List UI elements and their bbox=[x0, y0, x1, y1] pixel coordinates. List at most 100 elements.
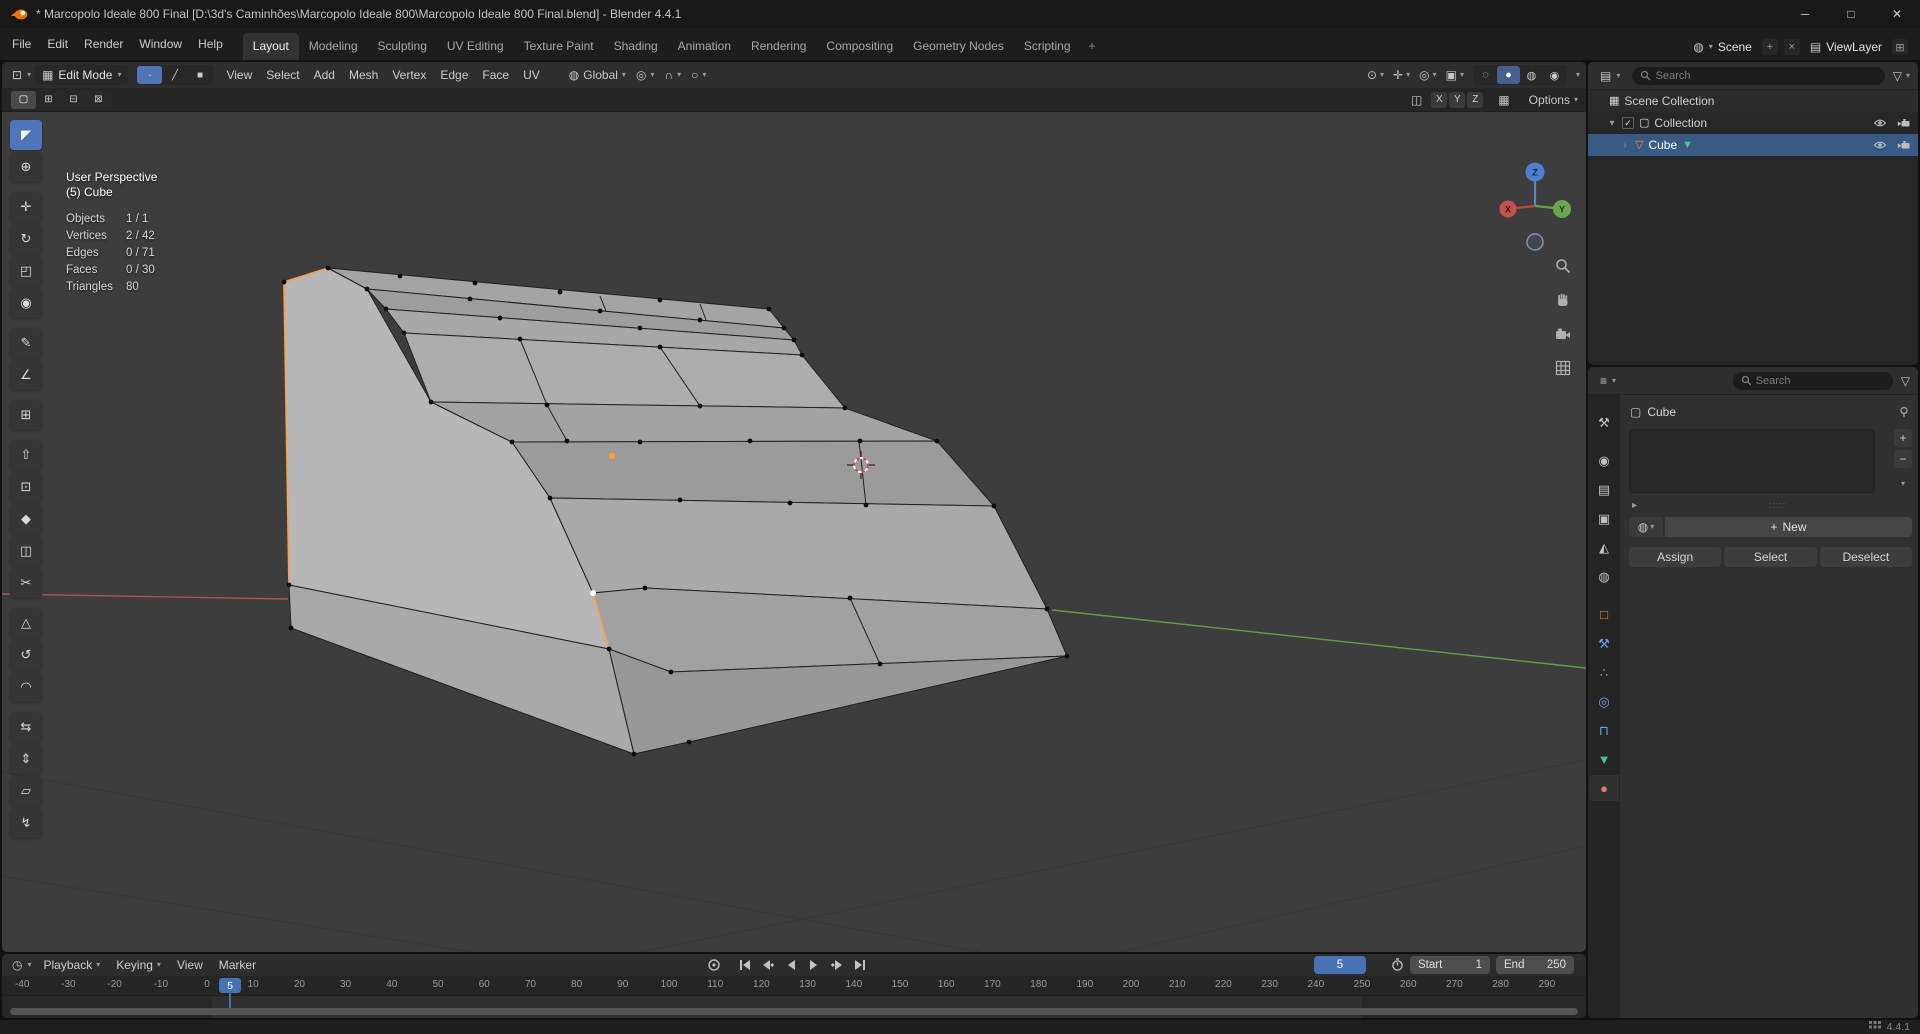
checkbox-icon[interactable]: ✓ bbox=[1622, 117, 1634, 129]
snap-target-icon[interactable]: ▦ bbox=[1498, 94, 1509, 106]
orthographic-grid-icon[interactable] bbox=[1554, 359, 1572, 380]
jump-to-end-button[interactable] bbox=[850, 956, 869, 974]
start-frame-field[interactable]: Start 1 bbox=[1410, 956, 1490, 974]
expander-icon[interactable]: › bbox=[1620, 140, 1630, 151]
timeline-tracks[interactable] bbox=[2, 996, 1586, 1018]
add-cube-tool[interactable]: ⊞ bbox=[10, 400, 42, 430]
physics-properties-tab[interactable]: ◎ bbox=[1589, 688, 1619, 714]
output-properties-tab[interactable]: ▤ bbox=[1589, 476, 1619, 502]
view-layer-properties-tab[interactable]: ▣ bbox=[1589, 505, 1619, 531]
workspace-tab-layout[interactable]: Layout bbox=[242, 33, 299, 60]
selected-vertex[interactable] bbox=[590, 590, 596, 596]
outliner-filter-dropdown[interactable]: ▽ ▾ bbox=[1893, 70, 1910, 82]
timeline-editor-type-button[interactable]: ◷ ▾ bbox=[8, 957, 36, 973]
play-reverse-button[interactable] bbox=[781, 956, 800, 974]
workspace-tab-uv-editing[interactable]: UV Editing bbox=[437, 33, 514, 60]
properties-filter-icon[interactable]: ▽ bbox=[1901, 375, 1910, 387]
viewlayer-selector[interactable]: ▤ ViewLayer bbox=[1806, 38, 1886, 56]
scrollbar-thumb[interactable] bbox=[10, 1008, 1578, 1015]
loop-cut-tool[interactable]: ◫ bbox=[10, 536, 42, 566]
viewport-editor-type-button[interactable]: ⊡ ▾ bbox=[8, 67, 35, 83]
new-scene-button[interactable]: + bbox=[1761, 39, 1778, 55]
poly-build-tool[interactable]: △ bbox=[10, 608, 42, 638]
select-extend-button[interactable]: ⊞ bbox=[36, 91, 61, 109]
mirror-axis-x[interactable]: X bbox=[1431, 91, 1448, 108]
scene-properties-tab[interactable]: ◭ bbox=[1589, 534, 1619, 560]
workspace-tab-modeling[interactable]: Modeling bbox=[299, 33, 368, 60]
menu-window[interactable]: Window bbox=[131, 32, 190, 56]
playhead-line[interactable] bbox=[229, 991, 232, 1008]
workspace-tab-rendering[interactable]: Rendering bbox=[741, 33, 816, 60]
toggle-xray-dropdown[interactable]: ▣ ▾ bbox=[1446, 69, 1464, 81]
viewport-canvas[interactable]: User Perspective (5) Cube Objects 1 / 1 Ve… bbox=[2, 112, 1586, 952]
rotate-tool[interactable]: ↻ bbox=[10, 224, 42, 254]
material-properties-tab[interactable]: ● bbox=[1589, 775, 1619, 801]
gizmo-x-axis[interactable]: X bbox=[1499, 200, 1517, 218]
viewport-menu-add[interactable]: Add bbox=[307, 65, 342, 85]
timeline-menu-playback[interactable]: Playback ▾ bbox=[36, 954, 109, 976]
menu-render[interactable]: Render bbox=[76, 32, 131, 56]
mesh-canvas[interactable] bbox=[2, 112, 1586, 952]
browse-material-button[interactable]: ◍ ▾ bbox=[1629, 517, 1663, 537]
play-button[interactable] bbox=[804, 956, 823, 974]
rendered-shading-button[interactable]: ◉ bbox=[1543, 66, 1566, 84]
object-properties-tab[interactable]: □ bbox=[1589, 601, 1619, 627]
menu-edit[interactable]: Edit bbox=[39, 32, 76, 56]
vertex-select-button[interactable]: ∙ bbox=[137, 66, 163, 84]
material-preview-shading-button[interactable]: ◍ bbox=[1520, 66, 1543, 84]
pan-hand-icon[interactable] bbox=[1554, 291, 1572, 312]
outliner-row-cube[interactable]: › ▽ Cube ▼ bbox=[1588, 134, 1918, 156]
select-box-tool[interactable]: ◤ bbox=[10, 120, 42, 150]
eye-icon[interactable] bbox=[1871, 117, 1889, 129]
tool-properties-tab[interactable]: ⚒ bbox=[1589, 409, 1619, 435]
unlink-scene-button[interactable]: × bbox=[1783, 39, 1800, 55]
show-gizmos-dropdown[interactable]: ✛ ▾ bbox=[1393, 69, 1410, 81]
inset-faces-tool[interactable]: ⊡ bbox=[10, 472, 42, 502]
workspace-tab-texture-paint[interactable]: Texture Paint bbox=[514, 33, 604, 60]
transform-orientation-dropdown[interactable]: ◍ Global ▾ bbox=[569, 68, 626, 82]
outliner-search-input[interactable] bbox=[1655, 69, 1877, 82]
render-properties-tab[interactable]: ◉ bbox=[1589, 447, 1619, 473]
move-tool[interactable]: ✛ bbox=[10, 192, 42, 222]
pin-icon[interactable] bbox=[1898, 406, 1910, 418]
end-frame-field[interactable]: End 250 bbox=[1496, 956, 1574, 974]
camera-visibility-icon[interactable] bbox=[1894, 140, 1912, 151]
current-frame-field[interactable]: 5 bbox=[1314, 956, 1366, 974]
outliner-editor-type-button[interactable]: ▤ ▾ bbox=[1596, 68, 1624, 84]
workspace-tab-sculpting[interactable]: Sculpting bbox=[368, 33, 437, 60]
workspace-tab-compositing[interactable]: Compositing bbox=[816, 33, 903, 60]
shading-dropdown[interactable]: ▾ bbox=[1576, 71, 1580, 79]
options-dropdown[interactable]: Options ▾ bbox=[1529, 93, 1578, 107]
proportional-edit-dropdown[interactable]: ○ ▾ bbox=[691, 69, 706, 81]
add-slot-button[interactable]: + bbox=[1894, 429, 1912, 447]
select-intersect-button[interactable]: ⊠ bbox=[86, 91, 111, 109]
material-slot-list[interactable] bbox=[1629, 429, 1875, 493]
scene-selector[interactable]: ◍ ▾ Scene bbox=[1689, 38, 1756, 56]
timeline-scrollbar[interactable] bbox=[10, 1008, 1578, 1015]
properties-editor-type-button[interactable]: ≡ ▾ bbox=[1596, 373, 1620, 389]
assign-button[interactable]: Assign bbox=[1629, 547, 1722, 567]
solid-shading-button[interactable]: ● bbox=[1496, 66, 1520, 84]
timeline-ruler[interactable]: 5 -40 -30 -20 -10 0 10 20 30 40 50 60 70 80 90 100 110 1… bbox=[2, 976, 1586, 996]
rip-region-tool[interactable]: ↯ bbox=[10, 808, 42, 838]
cursor-tool[interactable]: ⊕ bbox=[10, 152, 42, 182]
workspace-tab-shading[interactable]: Shading bbox=[604, 33, 668, 60]
timeline-menu-view[interactable]: View bbox=[169, 954, 211, 976]
jump-to-start-button[interactable] bbox=[735, 956, 754, 974]
timeline-menu-marker[interactable]: Marker bbox=[211, 954, 264, 976]
viewport-menu-face[interactable]: Face bbox=[475, 65, 516, 85]
particles-properties-tab[interactable]: ∴ bbox=[1589, 659, 1619, 685]
object-data-properties-tab[interactable]: ▼ bbox=[1589, 746, 1619, 772]
shrink-fatten-tool[interactable]: ⇕ bbox=[10, 744, 42, 774]
smooth-tool[interactable]: ◠ bbox=[10, 672, 42, 702]
next-keyframe-button[interactable] bbox=[827, 956, 846, 974]
annotate-tool[interactable]: ✎ bbox=[10, 328, 42, 358]
viewport-menu-vertex[interactable]: Vertex bbox=[385, 65, 433, 85]
camera-visibility-icon[interactable] bbox=[1894, 118, 1912, 129]
camera-view-icon[interactable] bbox=[1554, 325, 1572, 346]
add-workspace-button[interactable]: + bbox=[1081, 33, 1104, 60]
wireframe-shading-button[interactable]: ◌ bbox=[1474, 66, 1497, 84]
outliner-row-scene-collection[interactable]: ▦ Scene Collection bbox=[1588, 90, 1918, 112]
stopwatch-icon[interactable] bbox=[1390, 957, 1405, 972]
properties-search[interactable] bbox=[1732, 371, 1893, 390]
